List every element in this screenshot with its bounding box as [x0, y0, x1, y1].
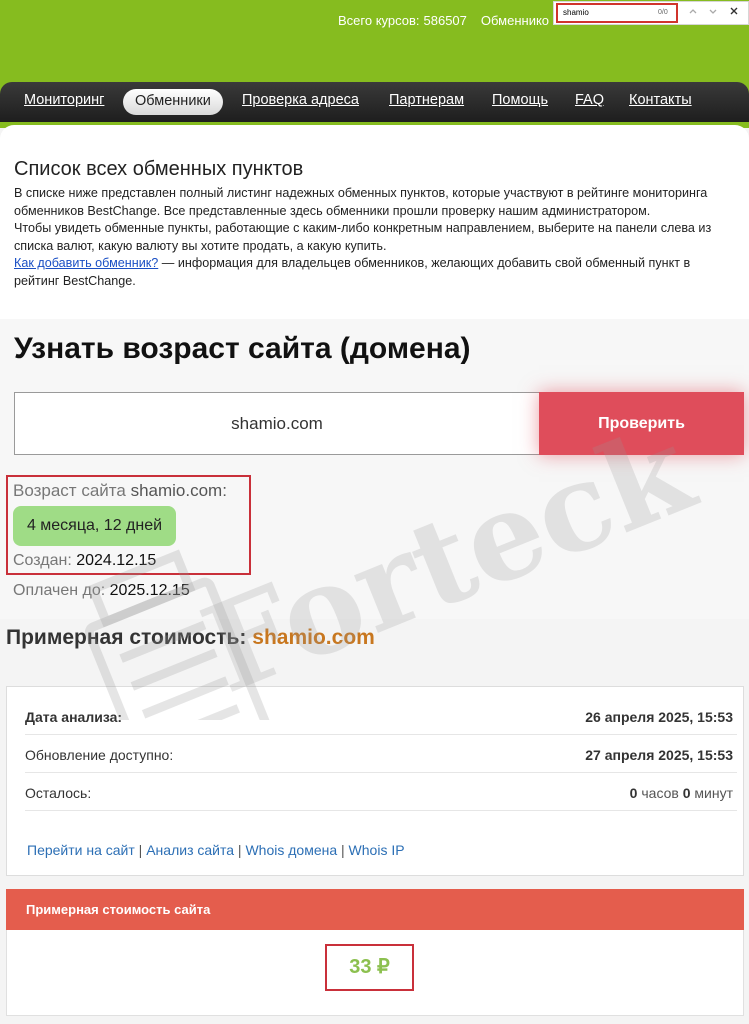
add-exchanger-link[interactable]: Как добавить обменник? — [14, 256, 158, 270]
rates-counter: Всего курсов: 586507 Обменнико — [338, 13, 549, 28]
nav-faq[interactable]: FAQ — [575, 92, 604, 108]
rates-count: 586507 — [423, 13, 467, 28]
created-date: Создан: 2024.12.15 — [13, 552, 156, 570]
analysis-date-label: Дата анализа: — [25, 709, 123, 725]
analysis-date-value: 26 апреля 2025, 15:53 — [585, 709, 733, 725]
find-close-button[interactable] — [727, 6, 741, 20]
nav-contacts[interactable]: Контакты — [629, 92, 692, 108]
main-nav: Мониторинг Обменники Проверка адреса Пар… — [0, 82, 749, 122]
find-next-button[interactable] — [706, 6, 720, 20]
nav-monitoring[interactable]: Мониторинг — [24, 92, 104, 108]
age-label-domain: shamio.com: — [130, 481, 227, 500]
paid-label: Оплачен до: — [13, 582, 106, 599]
list-paragraph-2: Чтобы увидеть обменные пункты, работающи… — [14, 221, 712, 253]
nav-help[interactable]: Помощь — [492, 92, 548, 108]
nav-partners[interactable]: Партнерам — [389, 92, 464, 108]
remaining-hours-unit: часов — [641, 785, 679, 801]
find-match-count: 0/0 — [658, 9, 668, 16]
chevron-up-icon — [689, 9, 697, 14]
created-label: Создан: — [13, 552, 72, 569]
remaining-label: Осталось: — [25, 785, 92, 801]
cost-heading: Примерная стоимость: shamio.com — [6, 626, 375, 650]
remaining-value: 0 часов 0 минут — [630, 785, 733, 801]
exchangers-label[interactable]: Обменнико — [481, 13, 549, 28]
chevron-down-icon — [709, 9, 717, 14]
age-label-text: Возраст сайта — [13, 481, 126, 500]
remaining-minutes-unit: минут — [694, 785, 733, 801]
paid-until-date: Оплачен до: 2025.12.15 — [13, 582, 190, 600]
remaining-hours: 0 — [629, 785, 638, 801]
go-to-site-link[interactable]: Перейти на сайт — [27, 842, 135, 858]
whois-ip-link[interactable]: Whois IP — [349, 842, 405, 858]
site-links: Перейти на сайт | Анализ сайта | Whois д… — [27, 842, 405, 858]
page-title: Список всех обменных пунктов — [14, 158, 304, 180]
age-checker-title: Узнать возраст сайта (домена) — [14, 332, 471, 365]
rates-label: Всего курсов: — [338, 13, 420, 28]
domain-input[interactable]: shamio.com — [14, 392, 540, 455]
value-amount: 33 ₽ — [349, 956, 390, 978]
check-button[interactable]: Проверить — [539, 392, 744, 455]
remaining-minutes: 0 — [682, 785, 691, 801]
update-available-value: 27 апреля 2025, 15:53 — [585, 747, 733, 763]
nav-exchangers[interactable]: Обменники — [123, 89, 223, 115]
created-value: 2024.12.15 — [76, 552, 157, 569]
update-available-label: Обновление доступно: — [25, 747, 174, 763]
close-icon — [730, 7, 738, 15]
nav-address-check[interactable]: Проверка адреса — [242, 92, 359, 108]
table-row: Осталось: 0 часов 0 минут — [25, 773, 737, 811]
site-analysis-link[interactable]: Анализ сайта — [146, 842, 234, 858]
list-description: В списке ниже представлен полный листинг… — [14, 185, 734, 290]
age-value-badge: 4 месяца, 12 дней — [13, 506, 176, 546]
list-paragraph-1: В списке ниже представлен полный листинг… — [14, 186, 708, 218]
paid-value: 2025.12.15 — [109, 582, 190, 599]
table-row: Обновление доступно: 27 апреля 2025, 15:… — [25, 735, 737, 773]
whois-domain-link[interactable]: Whois домена — [245, 842, 337, 858]
find-previous-button[interactable] — [686, 6, 700, 20]
table-row: Дата анализа: 26 апреля 2025, 15:53 — [25, 697, 737, 735]
age-label: Возраст сайта shamio.com: — [13, 481, 227, 501]
cost-heading-label: Примерная стоимость: — [6, 626, 247, 649]
find-bar: shamio 0/0 — [553, 1, 749, 25]
value-card-header: Примерная стоимость сайта — [6, 889, 744, 930]
cost-heading-domain: shamio.com — [252, 626, 375, 649]
